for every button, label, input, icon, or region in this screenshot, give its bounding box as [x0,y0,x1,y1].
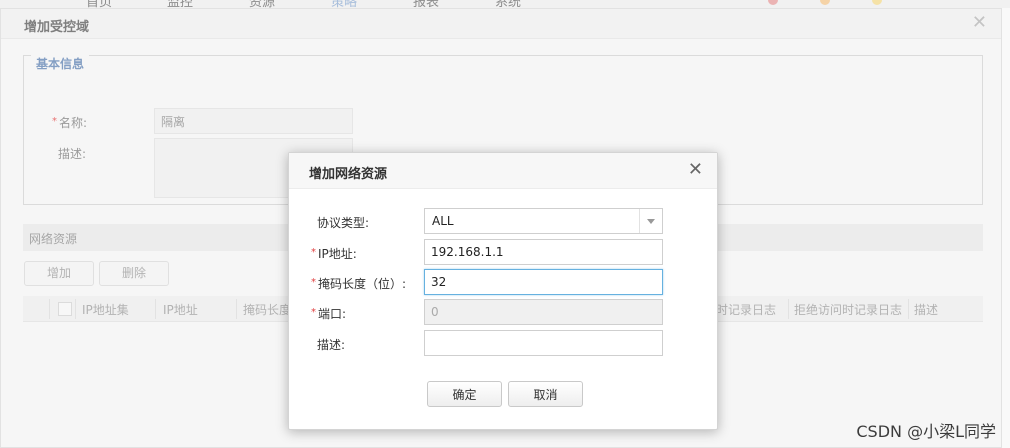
ip-label-text: IP地址: [318,247,357,261]
protocol-label: 协议类型: [317,216,370,230]
cancel-button[interactable]: 取消 [508,381,583,407]
required-mark: * [311,307,316,318]
description-label: 描述: [317,338,346,352]
port-input [424,299,663,325]
mask-label-text: 掩码长度（位）: [318,277,407,291]
csdn-watermark: CSDN @小梁L同学 [856,422,996,441]
protocol-select-value: ALL [432,214,454,228]
modal-title: 增加网络资源 [309,167,388,182]
required-mark: * [311,277,316,288]
mask-length-input[interactable] [424,269,663,295]
port-label: * 端口: [311,305,346,322]
ip-address-input[interactable] [424,239,663,265]
port-label-text: 端口: [318,307,347,321]
protocol-dropdown-toggle[interactable] [639,209,662,233]
ip-label: * IP地址: [311,245,357,262]
close-icon[interactable]: ✕ [688,161,703,179]
modal-header: 增加网络资源 ✕ [289,153,717,189]
description-input[interactable] [424,330,663,356]
mask-label: * 掩码长度（位）: [311,275,406,292]
protocol-select[interactable]: ALL [424,208,663,234]
ok-button[interactable]: 确定 [427,381,502,407]
chevron-down-icon [647,219,655,224]
required-mark: * [311,247,316,258]
add-network-resource-dialog: 增加网络资源 ✕ 协议类型: ALL *IP地址: *掩码长度（位）: *端口:… [288,152,718,430]
